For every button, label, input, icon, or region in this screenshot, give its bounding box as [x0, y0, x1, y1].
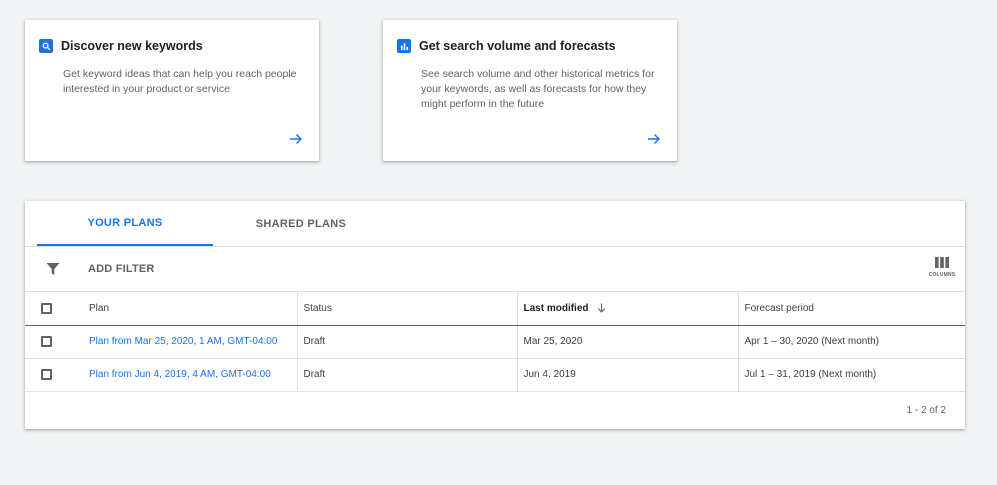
table-row: Plan from Mar 25, 2020, 1 AM, GMT-04:00 … — [25, 325, 965, 359]
cell-forecast-period: Jul 1 – 31, 2019 (Next month) — [737, 358, 965, 392]
header-forecast-period[interactable]: Forecast period — [737, 292, 965, 326]
bar-chart-icon — [397, 39, 411, 53]
columns-icon — [935, 257, 949, 268]
plans-tabs: YOUR PLANS SHARED PLANS — [25, 201, 965, 247]
arrow-right-icon[interactable] — [288, 131, 304, 147]
header-last-modified-label: Last modified — [523, 302, 589, 314]
plan-link[interactable]: Plan from Jun 4, 2019, 4 AM, GMT-04:00 — [89, 369, 271, 380]
cell-status: Draft — [296, 325, 517, 359]
arrow-right-icon[interactable] — [646, 131, 662, 147]
plans-table: Plan Status Last modified Forecast perio… — [25, 292, 965, 392]
cell-plan: Plan from Jun 4, 2019, 4 AM, GMT-04:00 — [25, 358, 297, 392]
table-row: Plan from Jun 4, 2019, 4 AM, GMT-04:00 D… — [25, 358, 965, 392]
add-filter-button[interactable]: ADD FILTER — [88, 263, 155, 275]
header-last-modified[interactable]: Last modified — [516, 292, 738, 326]
header-status[interactable]: Status — [296, 292, 517, 326]
cell-forecast-period: Apr 1 – 30, 2020 (Next month) — [737, 325, 965, 359]
row-checkbox[interactable] — [41, 336, 52, 347]
header-plan-label: Plan — [89, 302, 110, 314]
header-plan: Plan — [25, 292, 297, 326]
plans-panel: YOUR PLANS SHARED PLANS ADD FILTER COLUM… — [25, 201, 965, 429]
search-volume-card[interactable]: Get search volume and forecasts See sear… — [383, 20, 677, 161]
card-description: See search volume and other historical m… — [421, 68, 655, 110]
card-title: Discover new keywords — [61, 39, 203, 53]
filter-bar: ADD FILTER COLUMNS — [25, 247, 965, 292]
cell-status: Draft — [296, 358, 517, 392]
search-icon — [39, 39, 53, 53]
card-header: Discover new keywords — [39, 39, 203, 53]
row-checkbox[interactable] — [41, 369, 52, 380]
table-header-row: Plan Status Last modified Forecast perio… — [25, 292, 965, 326]
card-header: Get search volume and forecasts — [397, 39, 616, 53]
select-all-checkbox[interactable] — [41, 302, 52, 314]
discover-keywords-card[interactable]: Discover new keywords Get keyword ideas … — [25, 20, 319, 161]
columns-label: COLUMNS — [928, 272, 956, 278]
pagination-text: 1 - 2 of 2 — [906, 405, 946, 416]
plan-link[interactable]: Plan from Mar 25, 2020, 1 AM, GMT-04:00 — [89, 336, 277, 347]
card-title: Get search volume and forecasts — [419, 39, 616, 53]
filter-icon[interactable] — [46, 262, 60, 276]
tab-your-plans[interactable]: YOUR PLANS — [37, 201, 213, 246]
card-description: Get keyword ideas that can help you reac… — [63, 68, 297, 95]
cell-last-modified: Mar 25, 2020 — [516, 325, 738, 359]
tab-shared-plans[interactable]: SHARED PLANS — [213, 201, 389, 246]
cell-last-modified: Jun 4, 2019 — [516, 358, 738, 392]
sort-descending-icon — [597, 303, 606, 313]
cell-plan: Plan from Mar 25, 2020, 1 AM, GMT-04:00 — [25, 325, 297, 359]
columns-button[interactable]: COLUMNS — [925, 257, 959, 285]
